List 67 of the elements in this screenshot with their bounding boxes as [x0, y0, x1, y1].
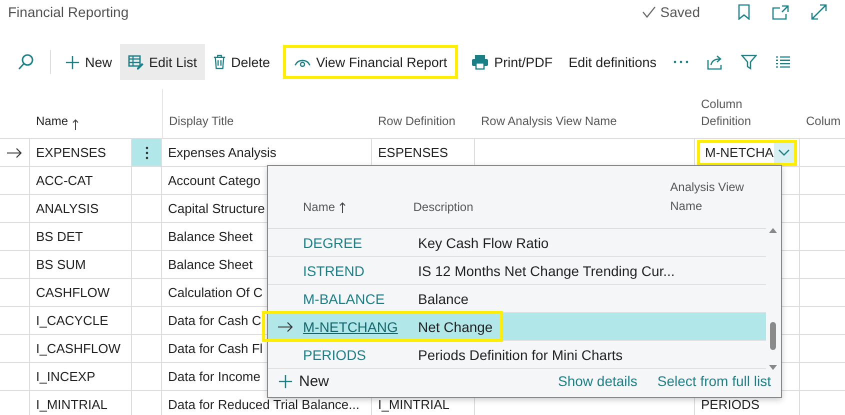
- search-icon: [17, 53, 35, 71]
- table-cell: [132, 335, 162, 363]
- lookup-description: Key Cash Flow Ratio: [418, 234, 549, 250]
- filter-icon: [741, 54, 758, 70]
- expand-icon[interactable]: [811, 4, 827, 20]
- column-definition-field[interactable]: M-NETCHA: [697, 140, 797, 166]
- more-vertical-icon[interactable]: [144, 146, 148, 160]
- toolbar-button[interactable]: Delete: [205, 44, 278, 80]
- table-cell: BS SUM: [30, 251, 132, 279]
- table-cell: [132, 363, 162, 391]
- table-cell: I_CASHFLOW: [30, 335, 132, 363]
- show-details-link[interactable]: Show details: [558, 373, 638, 389]
- column-header[interactable]: Row Definition: [372, 89, 475, 139]
- plus-icon: [278, 374, 293, 388]
- column-header[interactable]: Name: [30, 89, 132, 139]
- arrow-right-icon: [7, 148, 22, 158]
- list-icon: [775, 56, 792, 68]
- table-cell: I_INCEXP: [30, 363, 132, 391]
- lookup-row[interactable]: DEGREE Key Cash Flow Ratio: [268, 229, 766, 257]
- lookup-row[interactable]: PERIODS Periods Definition for Mini Charts: [268, 341, 766, 369]
- select-from-full-list-link[interactable]: Select from full list: [657, 373, 771, 389]
- column-header[interactable]: Analysis View Name: [670, 166, 766, 228]
- lookup-row[interactable]: ISTREND IS 12 Months Net Change Trending Cur...: [268, 257, 766, 285]
- table-cell: [132, 307, 162, 335]
- table-cell: I_CACYCLE: [30, 307, 132, 335]
- pop-out-icon[interactable]: [772, 4, 789, 20]
- toolbar-button[interactable]: Print/PDF: [463, 44, 561, 80]
- table-cell: I_MINTRIAL: [30, 391, 132, 415]
- table-cell: BS DET: [30, 223, 132, 251]
- toolbar-button[interactable]: New: [57, 44, 120, 80]
- lookup-link[interactable]: DEGREE: [303, 234, 362, 250]
- share-icon: [707, 54, 724, 70]
- sort-up-icon: [72, 119, 80, 130]
- column-header[interactable]: Display Title: [162, 89, 372, 139]
- trash-icon: [213, 54, 226, 70]
- page-title: Financial Reporting: [8, 4, 130, 20]
- toolbar-button[interactable]: View Financial Report: [282, 44, 460, 80]
- toolbar-button[interactable]: Edit List: [120, 44, 206, 80]
- lookup-description: IS 12 Months Net Change Trending Cur...: [418, 262, 675, 278]
- sort-up-icon: [339, 202, 346, 212]
- toolbar-button[interactable]: Edit definitions: [560, 44, 664, 80]
- more-icon: [673, 60, 690, 64]
- column-header[interactable]: Row Analysis View Name: [475, 89, 695, 139]
- lookup-link[interactable]: PERIODS: [303, 346, 366, 362]
- table-cell: [132, 223, 162, 251]
- new-button[interactable]: New: [278, 372, 330, 390]
- arrow-right-icon: [278, 322, 293, 332]
- bookmark-icon[interactable]: [738, 4, 750, 20]
- chevron-down-icon: [778, 149, 790, 156]
- plus-icon: [65, 54, 80, 70]
- check-icon: [642, 6, 656, 18]
- column-header[interactable]: Colum: [800, 89, 845, 139]
- lookup-description: Balance: [418, 290, 469, 306]
- table-cell: [132, 279, 162, 307]
- printer-icon: [471, 54, 490, 70]
- column-header[interactable]: Description: [413, 166, 670, 228]
- edit-table-icon: [128, 54, 144, 70]
- table-cell: [132, 251, 162, 279]
- column-header[interactable]: Column Definition: [695, 89, 800, 139]
- lookup-description: Periods Definition for Mini Charts: [418, 346, 623, 362]
- table-cell: ANALYSIS: [30, 195, 132, 223]
- lookup-link[interactable]: ISTREND: [303, 262, 364, 278]
- table-cell: CASHFLOW: [30, 279, 132, 307]
- lookup-description: Net Change: [418, 318, 493, 334]
- table-cell: ACC-CAT: [30, 167, 132, 195]
- saved-status: Saved: [660, 4, 700, 20]
- table-cell: [132, 195, 162, 223]
